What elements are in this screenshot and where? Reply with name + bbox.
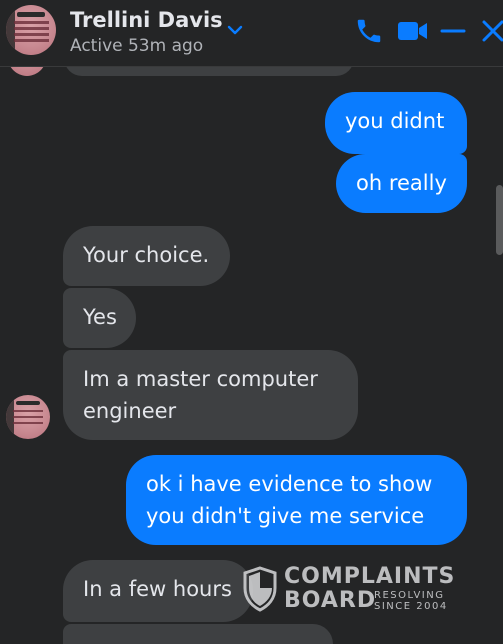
message-text: Yes	[83, 305, 117, 329]
watermark-tag1: RESOLVING	[374, 590, 445, 601]
chat-header: Trellini Davis Active 53m ago	[0, 0, 503, 67]
message-bubble-incoming[interactable]: Your choice.	[63, 226, 230, 286]
message-bubble-outgoing[interactable]: ok i have evidence to show you didn't gi…	[126, 455, 467, 545]
contact-avatar[interactable]	[6, 5, 56, 55]
message-text: oh really	[356, 171, 447, 195]
message-bubble-incoming[interactable]: Yes	[63, 288, 136, 348]
scrollbar-thumb[interactable]	[496, 185, 503, 255]
active-status: Active 53m ago	[70, 36, 204, 56]
watermark-tagline: RESOLVING SINCE 2004	[374, 590, 448, 612]
contact-name[interactable]: Trellini Davis	[70, 8, 223, 32]
message-text: you didnt	[345, 109, 445, 133]
message-bubble-partial	[63, 624, 333, 644]
message-text: In a few hours	[83, 577, 232, 601]
message-bubble-outgoing[interactable]: you didnt	[325, 92, 467, 154]
minimize-icon[interactable]	[440, 16, 466, 46]
complaints-board-watermark: COMPLAINTS BOARD RESOLVING SINCE 2004	[242, 564, 457, 614]
watermark-tag2: SINCE 2004	[374, 601, 448, 612]
message-bubble-outgoing[interactable]: oh really	[336, 154, 467, 213]
message-text-line: engineer	[83, 399, 177, 423]
watermark-line2: BOARD	[284, 588, 377, 613]
close-icon[interactable]	[480, 16, 503, 46]
chevron-down-icon[interactable]	[226, 23, 244, 37]
message-bubble-incoming[interactable]: Im a master computer engineer	[63, 350, 358, 440]
phone-icon[interactable]	[354, 16, 384, 46]
video-camera-icon[interactable]	[396, 16, 430, 46]
shield-logo-icon	[243, 566, 277, 612]
message-text-line: you didn't give me service	[146, 504, 425, 528]
message-text-line: Im a master computer	[83, 367, 318, 391]
message-text-line: ok i have evidence to show	[146, 472, 433, 496]
message-bubble-incoming[interactable]: In a few hours	[63, 560, 253, 622]
contact-avatar-small[interactable]	[6, 395, 50, 439]
watermark-line1: COMPLAINTS	[284, 564, 456, 589]
message-text: Your choice.	[83, 243, 210, 267]
